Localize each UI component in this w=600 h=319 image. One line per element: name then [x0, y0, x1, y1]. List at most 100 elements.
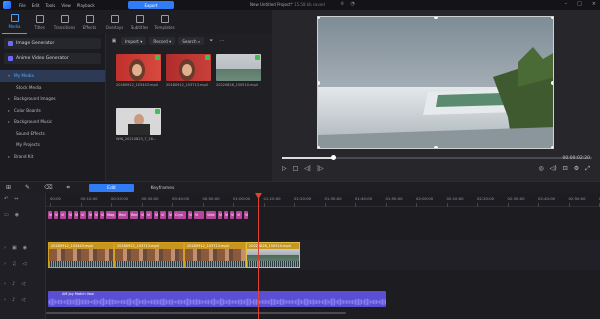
minimize-icon[interactable]: – [565, 1, 568, 7]
volume-icon[interactable]: ◁) [550, 165, 557, 173]
overlay-clip[interactable]: Vide [206, 211, 216, 219]
video-clip[interactable]: 20180912_103443.mp4 [48, 242, 114, 268]
menu-view[interactable]: View [61, 3, 71, 8]
playback-scrubber[interactable] [282, 155, 592, 160]
expand-icon[interactable]: › [4, 281, 6, 287]
pen-icon[interactable]: ✎ [25, 184, 30, 192]
crop-icon[interactable]: ⊡ [563, 165, 568, 173]
overlay-clip[interactable]: Vi [80, 211, 86, 219]
resize-handle-bottom[interactable] [434, 146, 438, 148]
menu-tools[interactable]: Tools [45, 3, 55, 8]
tab-keyframes[interactable]: Keyframes [140, 184, 185, 192]
notification-icon[interactable]: ◔ [350, 1, 354, 7]
sidebar-item-color-boards[interactable]: ▸ Color Boards [0, 105, 105, 117]
overlay-clip[interactable]: Vi [74, 211, 78, 219]
overlay-clip[interactable]: Vi [100, 211, 104, 219]
timeline-scrollbar[interactable] [46, 311, 600, 315]
menu-edit[interactable]: Edit [32, 3, 40, 8]
scrubber-knob[interactable] [331, 155, 336, 160]
overlay-clip[interactable]: Vi [224, 211, 228, 219]
more-options-icon[interactable]: ⋯ [218, 37, 226, 45]
tab-subtitles[interactable]: Subtitles [127, 10, 152, 34]
image-generator-button[interactable]: Image Generator [4, 38, 101, 49]
sidebar-item-background-images[interactable]: ▸ Background Images [0, 93, 105, 105]
search-input[interactable]: Search ⌕ [178, 37, 205, 45]
overlay-clip[interactable]: Vi [244, 211, 248, 219]
overlay-clip[interactable]: Vi [188, 211, 192, 219]
settings-icon[interactable]: ⚙ [574, 165, 579, 173]
overlay-clip[interactable]: Crys [174, 211, 186, 219]
add-folder-icon[interactable]: ▣ [110, 37, 118, 45]
delete-icon[interactable]: ⌫ [44, 184, 52, 192]
link-icon[interactable]: ⇔ [14, 196, 18, 202]
audio-clip[interactable]: AM Joy Match Vow [48, 291, 386, 307]
next-frame-icon[interactable]: |▷ [317, 165, 324, 172]
tab-titles[interactable]: Titles [27, 10, 52, 34]
media-thumb-3[interactable] [216, 54, 261, 81]
maximize-icon[interactable]: □ [577, 1, 582, 7]
scrollbar-thumb[interactable] [46, 312, 346, 314]
expand-icon[interactable]: › [4, 297, 6, 303]
playhead[interactable] [258, 193, 259, 319]
eye-icon[interactable]: ◉ [15, 212, 19, 218]
record-button[interactable]: Record ▾ [149, 37, 176, 45]
menu-file[interactable]: File [19, 3, 26, 8]
media-thumb-4[interactable] [116, 108, 161, 135]
mute-icon[interactable]: ◁ [21, 281, 25, 287]
tab-effects[interactable]: Effects [77, 10, 102, 34]
tab-edit[interactable]: Edit [89, 184, 134, 192]
video-clip[interactable]: 20180912_103713.mp4 [114, 242, 184, 268]
overlay-clip[interactable]: Vi [94, 211, 98, 219]
tab-transitions[interactable]: Transitions [52, 10, 77, 34]
resize-handle-bottom-right[interactable] [551, 146, 553, 148]
overlay-clip[interactable]: Vi [68, 211, 72, 219]
import-button[interactable]: Import ▾ [121, 37, 147, 45]
preview-canvas[interactable] [317, 16, 554, 149]
sidebar-item-brand-kit[interactable]: ▸ Brand Kit [0, 151, 105, 163]
overlay-clip[interactable]: Vi [54, 211, 58, 219]
video-clip[interactable]: 20180912_103713.mp4 [184, 242, 246, 268]
export-button[interactable]: Export [128, 1, 174, 9]
overlay-clip[interactable]: Vi [140, 211, 144, 219]
media-thumb-1[interactable] [116, 54, 161, 81]
overlay-clip[interactable]: Vi [194, 211, 204, 219]
close-icon[interactable]: × [592, 1, 596, 7]
overlay-clip[interactable]: Vi [218, 211, 222, 219]
snapshot-icon[interactable]: ◎ [539, 165, 544, 173]
tab-media[interactable]: Media [2, 10, 27, 34]
overlay-clip[interactable]: Vi [88, 211, 92, 219]
tab-overlays[interactable]: Overlays [102, 10, 127, 34]
sidebar-item-my-media[interactable]: ▾ My Media [0, 70, 105, 82]
overlay-clip[interactable]: Red [118, 211, 128, 219]
overlay-clip[interactable]: Vi [236, 211, 242, 219]
resize-handle-top-right[interactable] [551, 17, 553, 19]
prev-frame-icon[interactable]: ◁| [304, 165, 311, 172]
expand-icon[interactable]: › [4, 261, 6, 267]
overlay-clip[interactable]: Vi [48, 211, 52, 219]
sidebar-item-stock-media[interactable]: Stock Media [0, 82, 105, 94]
eye-icon[interactable]: ◉ [23, 245, 27, 251]
mute-icon[interactable]: ◁ [22, 261, 26, 267]
sidebar-item-my-projects[interactable]: My Projects [0, 139, 105, 151]
media-thumb-2[interactable] [166, 54, 211, 81]
resize-handle-right[interactable] [551, 81, 553, 85]
overlay-clip[interactable]: Red [130, 211, 138, 219]
crown-icon[interactable]: ♕ [340, 1, 344, 7]
overlay-clip[interactable]: Vi [230, 211, 234, 219]
filter-icon[interactable]: ⏷ [207, 37, 215, 45]
overlay-clip[interactable]: Vi [168, 211, 172, 219]
crop-tool-icon[interactable]: ⌗ [67, 184, 70, 192]
stop-icon[interactable]: □ [293, 165, 299, 172]
timeline-ruler[interactable]: 00:00 00:10:00 00:20:00 00:30:00 00:40:00 00:… [46, 193, 600, 207]
sidebar-item-background-music[interactable]: ▸ Background Music [0, 116, 105, 128]
play-icon[interactable]: ▷ [282, 165, 287, 172]
add-track-icon[interactable]: ⊞ [6, 184, 11, 192]
overlay-clip[interactable]: Vi [160, 211, 166, 219]
fullscreen-icon[interactable]: ⤢ [585, 165, 590, 173]
mute-icon[interactable]: ◁ [21, 297, 25, 303]
expand-icon[interactable]: › [4, 245, 6, 251]
video-clip-selected[interactable]: 20220826_150510.mp4 [246, 242, 300, 268]
overlay-clip[interactable]: Vi [154, 211, 158, 219]
menu-playback[interactable]: Playback [77, 3, 95, 8]
sidebar-item-sound-effects[interactable]: Sound Effects [0, 128, 105, 140]
